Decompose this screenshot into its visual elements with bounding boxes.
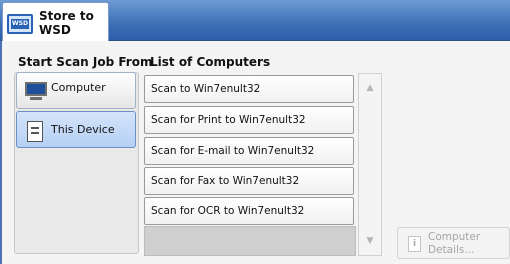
scroll-down-icon[interactable]: ▼ bbox=[361, 232, 379, 250]
header-bar: WSD Store to WSD bbox=[0, 0, 510, 41]
wsd-icon: WSD bbox=[7, 14, 33, 34]
source-this-device-button[interactable]: This Device bbox=[16, 111, 136, 148]
list-scrollbar[interactable] bbox=[358, 73, 382, 256]
computer-details-line1: Computer bbox=[428, 231, 481, 243]
device-icon bbox=[27, 121, 43, 142]
computer-details-button[interactable]: i Computer Details... bbox=[397, 227, 510, 259]
computer-details-label: Computer Details... bbox=[428, 231, 480, 257]
page-title: Store to WSD bbox=[39, 9, 109, 37]
computer-details-line2: Details... bbox=[428, 244, 475, 256]
monitor-icon bbox=[25, 82, 47, 102]
computer-list-item[interactable]: Scan for Fax to Win7enult32 bbox=[144, 167, 354, 195]
title-tab: WSD Store to WSD bbox=[2, 2, 109, 41]
list-empty-row bbox=[144, 226, 356, 256]
start-scan-heading: Start Scan Job From bbox=[18, 55, 153, 69]
computers-list-heading: List of Computers bbox=[150, 55, 271, 69]
computer-list-item[interactable]: Scan for E-mail to Win7enult32 bbox=[144, 137, 354, 165]
page-title-line2: WSD bbox=[39, 23, 71, 37]
info-icon: i bbox=[408, 236, 421, 252]
store-to-wsd-screen: WSD Store to WSD Start Scan Job From Lis… bbox=[0, 0, 510, 264]
computer-list-item[interactable]: Scan for Print to Win7enult32 bbox=[144, 106, 354, 134]
wsd-icon-label: WSD bbox=[11, 19, 29, 29]
computer-list-item[interactable]: Scan to Win7enult32 bbox=[144, 75, 354, 103]
source-computer-button[interactable]: Computer bbox=[16, 72, 136, 109]
page-title-line1: Store to bbox=[39, 9, 94, 23]
source-computer-label: Computer bbox=[51, 81, 106, 94]
source-this-device-label: This Device bbox=[51, 123, 115, 136]
computer-list-item[interactable]: Scan for OCR to Win7enult32 bbox=[144, 197, 354, 225]
scroll-up-icon[interactable]: ▲ bbox=[361, 79, 379, 97]
